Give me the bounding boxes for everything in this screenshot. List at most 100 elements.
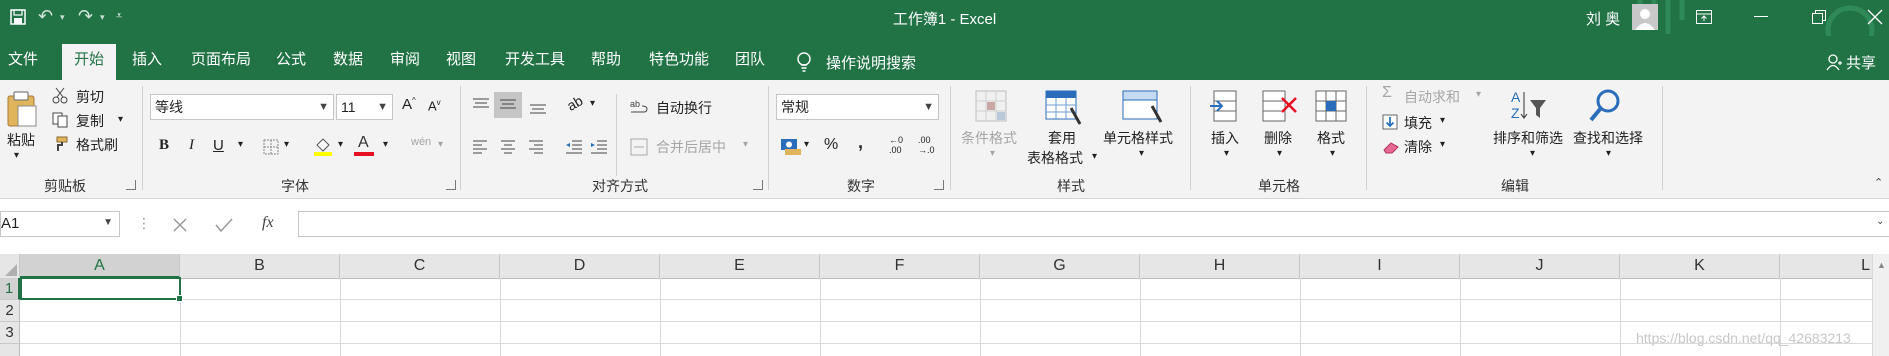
delete-cells-button[interactable]: 删除 [1264, 128, 1292, 148]
delete-dropdown-icon[interactable]: ▾ [1277, 148, 1282, 159]
name-box-dropdown-icon[interactable]: ▼ [103, 217, 113, 228]
row-header-4[interactable] [0, 344, 20, 356]
format-cells-icon[interactable] [1315, 90, 1349, 124]
row-header-2[interactable]: 2 [0, 300, 20, 322]
bottom-align-icon[interactable] [529, 102, 547, 116]
tab-special-features[interactable]: 特色功能 [641, 44, 717, 80]
format-dropdown-icon[interactable]: ▾ [1330, 148, 1335, 159]
row-header-1[interactable]: 1 [0, 278, 20, 300]
border-dropdown-icon[interactable]: ▾ [284, 139, 289, 150]
fill-color-dropdown-icon[interactable]: ▾ [338, 139, 343, 150]
expand-formula-bar-icon[interactable]: ⌄ [1876, 216, 1884, 227]
copy-dropdown-icon[interactable]: ▾ [118, 114, 123, 125]
fill-color-icon[interactable] [313, 135, 333, 157]
tab-page-layout[interactable]: 页面布局 [183, 44, 259, 80]
sort-filter-icon[interactable]: A Z [1510, 88, 1548, 124]
cell-styles-icon[interactable] [1122, 90, 1163, 124]
italic-button[interactable]: I [189, 137, 194, 154]
orientation-dropdown-icon[interactable]: ▾ [590, 98, 595, 109]
tab-file[interactable]: 文件 [0, 44, 46, 80]
decrease-decimal-icon[interactable]: .00 →.0 [918, 135, 935, 155]
sort-filter-dropdown-icon[interactable]: ▾ [1530, 148, 1535, 159]
format-painter-button[interactable]: 格式刷 [76, 135, 118, 155]
font-launcher-icon[interactable] [446, 180, 456, 190]
format-as-table-button[interactable]: 表格格式 [1027, 148, 1083, 168]
confirm-entry-icon[interactable] [215, 217, 233, 233]
insert-dropdown-icon[interactable]: ▾ [1224, 148, 1229, 159]
wrap-text-button[interactable]: 自动换行 [656, 98, 712, 118]
orientation-icon[interactable]: ab [564, 92, 585, 114]
select-all-button[interactable] [0, 254, 20, 278]
tell-me-search[interactable]: 操作说明搜索 [826, 52, 916, 73]
font-color-icon[interactable]: A [358, 134, 369, 152]
find-select-button[interactable]: 查找和选择 [1573, 128, 1643, 148]
conditional-dropdown-icon[interactable]: ▾ [990, 148, 995, 159]
increase-font-size-icon[interactable]: A^ [402, 96, 416, 113]
tab-formulas[interactable]: 公式 [270, 44, 312, 80]
tab-home[interactable]: 开始 [62, 44, 116, 80]
cell-styles-dropdown-icon[interactable]: ▾ [1139, 148, 1144, 159]
clear-dropdown-icon[interactable]: ▾ [1440, 139, 1445, 150]
number-launcher-icon[interactable] [934, 180, 944, 190]
format-painter-icon[interactable] [52, 136, 68, 152]
fill-dropdown-icon[interactable]: ▾ [1440, 115, 1445, 126]
column-header-a[interactable]: A [20, 254, 180, 278]
user-name[interactable]: 刘 奥 [1586, 8, 1620, 29]
column-header-d[interactable]: D [500, 254, 660, 278]
vertical-scrollbar[interactable]: ▲ [1872, 254, 1889, 356]
tab-developer[interactable]: 开发工具 [497, 44, 573, 80]
tab-data[interactable]: 数据 [327, 44, 369, 80]
find-select-icon[interactable] [1588, 88, 1624, 124]
format-as-table-icon[interactable] [1045, 90, 1082, 126]
paste-dropdown-icon[interactable]: ▾ [14, 150, 19, 161]
align-left-icon[interactable] [472, 140, 488, 154]
ribbon-display-options-icon[interactable] [1696, 10, 1712, 24]
font-size-select[interactable]: 11 ▼ [336, 94, 393, 120]
middle-align-button[interactable] [494, 92, 522, 118]
decrease-indent-icon[interactable] [565, 139, 583, 155]
insert-function-button[interactable]: fx [262, 214, 274, 232]
scissors-icon[interactable] [52, 87, 68, 104]
row-header-3[interactable]: 3 [0, 322, 20, 344]
scroll-up-icon[interactable]: ▲ [1877, 260, 1886, 270]
column-header-b[interactable]: B [180, 254, 340, 278]
close-icon[interactable] [1867, 9, 1883, 25]
column-header-k[interactable]: K [1620, 254, 1780, 278]
clipboard-launcher-icon[interactable] [126, 180, 136, 190]
align-center-icon[interactable] [500, 140, 516, 154]
selected-cell-a1[interactable] [20, 277, 183, 302]
column-header-i[interactable]: I [1300, 254, 1460, 278]
column-header-j[interactable]: J [1460, 254, 1620, 278]
number-format-select[interactable]: 常规 ▼ [776, 94, 939, 120]
copy-icon[interactable] [52, 112, 68, 128]
fill-button[interactable]: 填充 [1404, 113, 1432, 133]
avatar[interactable] [1632, 4, 1658, 30]
paste-button[interactable]: 粘贴 [7, 130, 35, 150]
wrap-text-icon[interactable]: ab [630, 98, 648, 116]
cell-styles-button[interactable]: 单元格样式 [1103, 128, 1173, 148]
increase-decimal-icon[interactable]: ←0.00 [889, 135, 903, 155]
column-header-g[interactable]: G [980, 254, 1140, 278]
copy-button[interactable]: 复制 [76, 111, 104, 131]
tab-review[interactable]: 审阅 [384, 44, 426, 80]
font-color-dropdown-icon[interactable]: ▾ [383, 139, 388, 150]
merge-center-button[interactable]: 合并后居中 [656, 137, 726, 157]
decrease-font-size-icon[interactable]: Av [428, 98, 441, 113]
fill-down-icon[interactable] [1382, 114, 1398, 130]
collapse-ribbon-icon[interactable]: ⌃ [1874, 176, 1883, 189]
column-header-c[interactable]: C [340, 254, 500, 278]
underline-button[interactable]: U [213, 137, 224, 154]
increase-indent-icon[interactable] [590, 139, 608, 155]
sort-filter-button[interactable]: 排序和筛选 [1493, 128, 1563, 148]
column-header-h[interactable]: H [1140, 254, 1300, 278]
merge-dropdown-icon[interactable]: ▾ [743, 139, 748, 150]
tab-view[interactable]: 视图 [440, 44, 482, 80]
font-name-select[interactable]: 等线 ▼ [150, 94, 334, 120]
cancel-entry-icon[interactable] [172, 217, 188, 233]
underline-dropdown-icon[interactable]: ▾ [238, 139, 243, 150]
name-box[interactable]: A1 ▼ [0, 211, 120, 237]
tab-team[interactable]: 团队 [729, 44, 771, 80]
bold-button[interactable]: B [159, 137, 169, 154]
share-icon[interactable] [1826, 54, 1842, 71]
conditional-formatting-button[interactable]: 条件格式 [961, 128, 1017, 148]
